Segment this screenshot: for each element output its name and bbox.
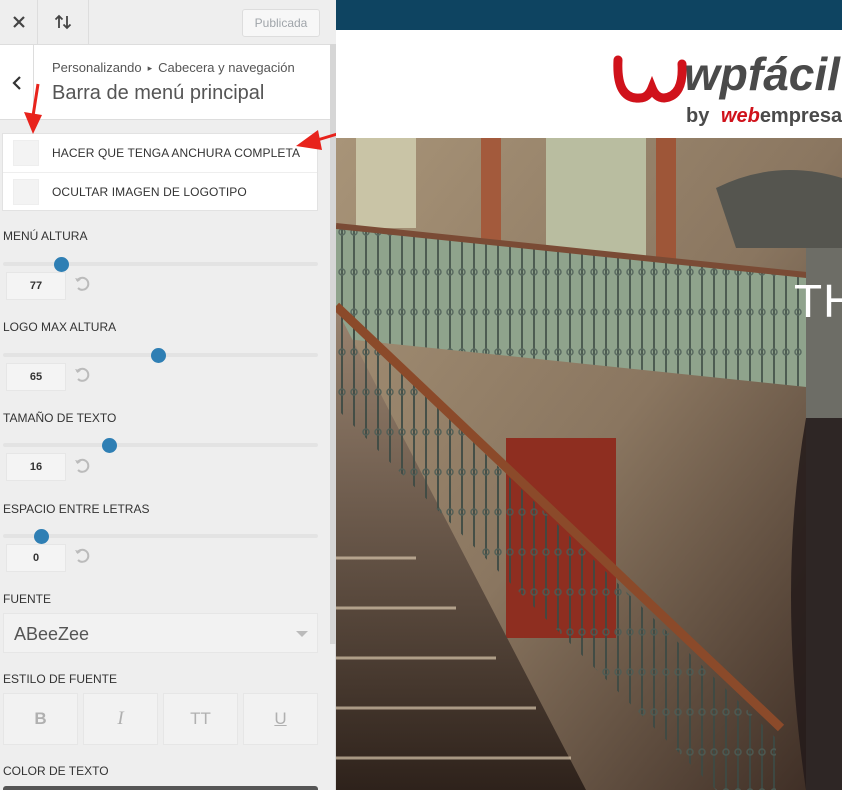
- letter-spacing-slider-handle[interactable]: [34, 529, 49, 544]
- logo-brand-rest: empresa: [760, 105, 842, 127]
- text-size-input[interactable]: 16: [6, 453, 66, 481]
- menu-height-label: MENÚ ALTURA: [3, 229, 88, 243]
- logo-wordmark: wpfácil: [684, 48, 841, 100]
- text-size-reset-button[interactable]: [72, 456, 92, 476]
- logo-brand-web: web: [721, 105, 760, 127]
- close-button[interactable]: [0, 0, 38, 44]
- checkbox-group: HACER QUE TENGA ANCHURA COMPLETA OCULTAR…: [2, 133, 318, 211]
- letter-spacing-slider[interactable]: [3, 534, 318, 538]
- preview-site-header: wpfácil by webempresa: [336, 30, 842, 138]
- font-select[interactable]: ABeeZee: [3, 613, 318, 653]
- menu-height-slider[interactable]: [3, 262, 318, 266]
- font-select-value: ABeeZee: [14, 624, 90, 644]
- text-color-picker[interactable]: [3, 786, 318, 790]
- section-header: Personalizando ▸ Cabecera y navegación Bar…: [0, 45, 332, 120]
- close-icon: [12, 16, 25, 28]
- preview-top-bar: [336, 0, 842, 30]
- letter-spacing-label: ESPACIO ENTRE LETRAS: [3, 502, 150, 516]
- site-preview: wpfácil by webempresa TH: [336, 0, 842, 790]
- text-size-label: TAMAÑO DE TEXTO: [3, 411, 117, 425]
- breadcrumb-root: Personalizando: [52, 60, 142, 75]
- text-size-slider-handle[interactable]: [102, 438, 117, 453]
- italic-button[interactable]: I: [83, 693, 158, 745]
- chevron-left-icon: [11, 75, 21, 90]
- underline-button[interactable]: U: [243, 693, 318, 745]
- annotation-arrow-down-icon: [24, 83, 42, 134]
- breadcrumb-parent: Cabecera y navegación: [158, 60, 295, 75]
- menu-height-reset-button[interactable]: [72, 274, 92, 294]
- logo-max-height-slider-handle[interactable]: [151, 348, 166, 363]
- customizer-panel: Publicada Personalizando ▸ Cabecera y nave…: [0, 0, 336, 790]
- font-style-label: ESTILO DE FUENTE: [3, 672, 118, 686]
- publish-button[interactable]: Publicada: [242, 9, 320, 37]
- text-color-label: COLOR DE TEXTO: [3, 764, 109, 778]
- uppercase-button[interactable]: TT: [163, 693, 238, 745]
- full-width-checkbox[interactable]: [13, 140, 39, 166]
- letter-spacing-input[interactable]: 0: [6, 544, 66, 572]
- logo-by: by: [686, 105, 710, 127]
- hide-logo-option[interactable]: OCULTAR IMAGEN DE LOGOTIPO: [3, 172, 317, 210]
- wpfacil-logo[interactable]: wpfácil by webempresa: [612, 40, 842, 130]
- text-size-slider[interactable]: [3, 443, 318, 447]
- sort-arrows-icon: [54, 14, 72, 30]
- full-width-label: HACER QUE TENGA ANCHURA COMPLETA: [52, 146, 301, 160]
- caret-down-icon: [296, 631, 308, 637]
- menu-height-slider-handle[interactable]: [54, 257, 69, 272]
- logo-max-height-label: LOGO MAX ALTURA: [3, 320, 117, 334]
- hide-logo-checkbox[interactable]: [13, 178, 39, 205]
- hero-heading: TH: [794, 275, 842, 327]
- reset-icon: [75, 458, 90, 473]
- preview-toggle-button[interactable]: [38, 0, 89, 44]
- customizer-topbar: Publicada: [0, 0, 336, 45]
- menu-height-input[interactable]: 77: [6, 272, 66, 300]
- reset-icon: [75, 367, 90, 382]
- full-width-option[interactable]: HACER QUE TENGA ANCHURA COMPLETA: [3, 134, 317, 172]
- breadcrumb: Personalizando ▸ Cabecera y navegación: [52, 60, 295, 75]
- logo-max-height-input[interactable]: 65: [6, 363, 66, 391]
- logo-max-height-reset-button[interactable]: [72, 365, 92, 385]
- reset-icon: [75, 276, 90, 291]
- letter-spacing-reset-button[interactable]: [72, 546, 92, 566]
- page-title: Barra de menú principal: [52, 82, 265, 104]
- breadcrumb-separator-icon: ▸: [147, 63, 153, 73]
- svg-text:by webempresa: by webempresa: [686, 105, 842, 127]
- hero-image: [336, 138, 842, 790]
- reset-icon: [75, 548, 90, 563]
- bold-button[interactable]: B: [3, 693, 78, 745]
- hide-logo-label: OCULTAR IMAGEN DE LOGOTIPO: [52, 184, 247, 199]
- font-label: FUENTE: [3, 592, 51, 606]
